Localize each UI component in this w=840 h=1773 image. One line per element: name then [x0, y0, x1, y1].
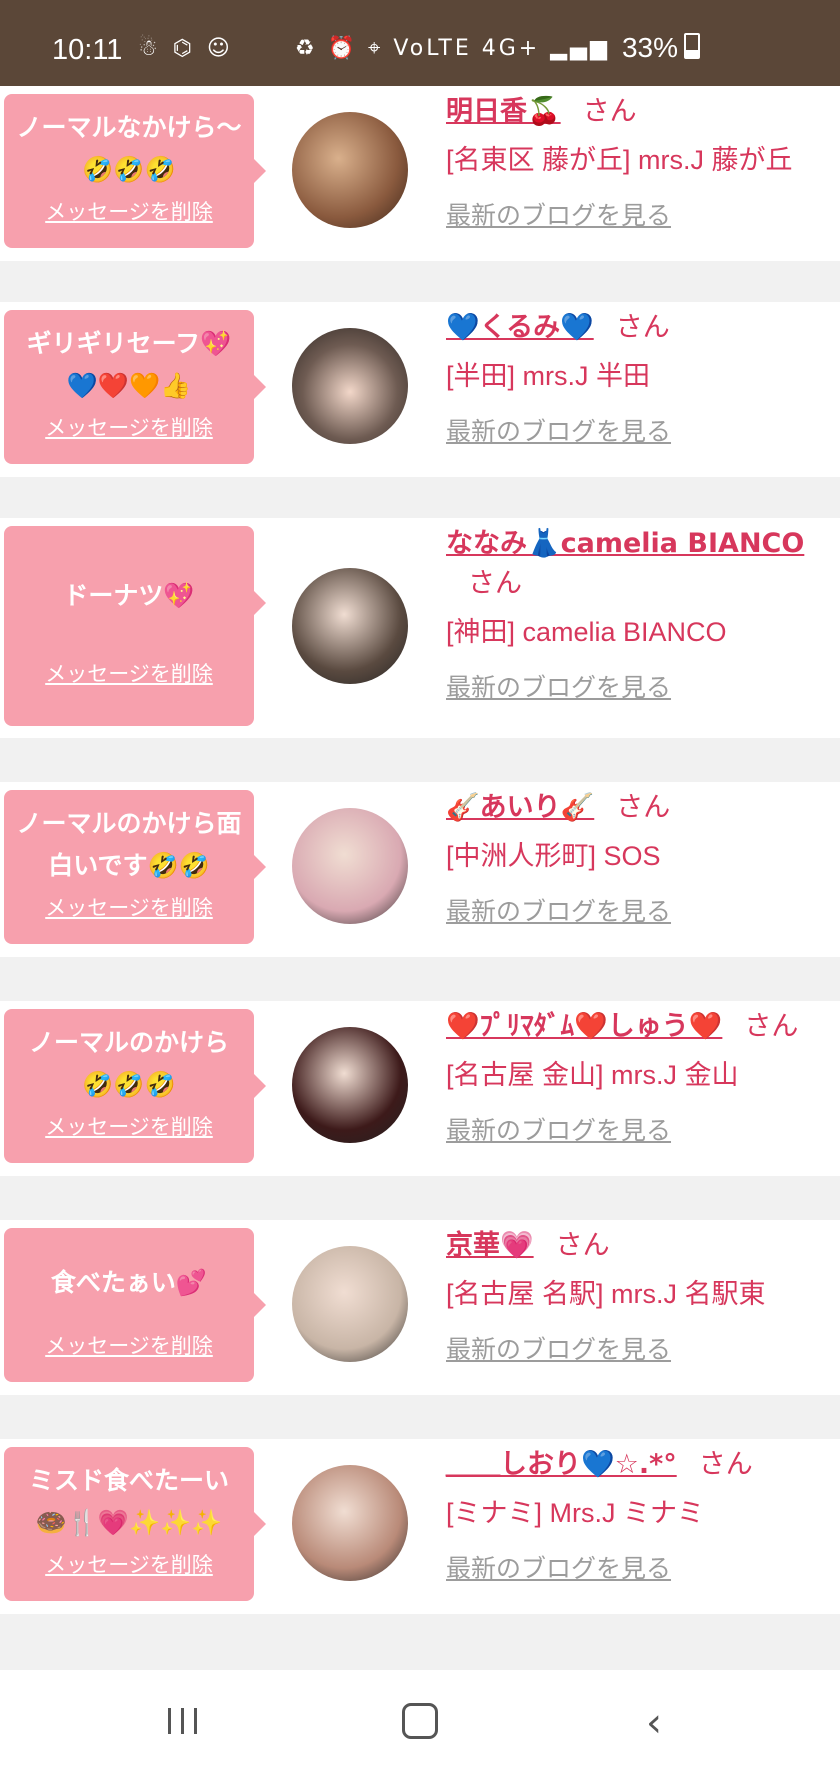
message-text: ノーマルのかけら🤣🤣🤣: [28, 1028, 229, 1099]
back-button[interactable]: ‹: [646, 1700, 662, 1746]
honorific: さん: [555, 1230, 610, 1261]
latest-blog-link[interactable]: 最新のブログを見る: [446, 196, 840, 232]
avatar[interactable]: [292, 1465, 408, 1581]
profile-info: 京華💗 さん [名古屋 名駅] mrs.J 名駅東 最新のブログを見る: [446, 1226, 840, 1366]
avatar[interactable]: [292, 808, 408, 924]
honorific: さん: [744, 1011, 799, 1042]
message-bubble: ミスド食べたーい🍩🍴💗✨✨✨ メッセージを削除: [4, 1447, 266, 1601]
latest-blog-link[interactable]: 最新のブログを見る: [446, 1111, 840, 1147]
battery-percent: 33%: [621, 32, 678, 63]
list-item: ノーマルのかけら面白いです🤣🤣 メッセージを削除 🎸あいり🎸 さん [中洲人形町]…: [0, 782, 840, 957]
profile-info: ❤️ﾌﾟﾘﾏﾀﾞﾑ❤️しゅう❤️ さん [名古屋 金山] mrs.J 金山 最新の…: [446, 1007, 840, 1147]
honorific: さん: [616, 792, 671, 823]
girl-name-link[interactable]: 明日香🍒: [446, 96, 561, 127]
message-bubble: ノーマルのかけら🤣🤣🤣 メッセージを削除: [4, 1009, 266, 1163]
status-time: 10:11: [52, 34, 123, 66]
avatar[interactable]: [292, 1246, 408, 1362]
name-line: ななみ👗camelia BIANCO さん: [446, 524, 840, 604]
delete-message-link[interactable]: メッセージを削除: [14, 892, 244, 922]
shop-label: [名古屋 名駅] mrs.J 名駅東: [446, 1279, 766, 1309]
profile-info: 🎸あいり🎸 さん [中洲人形町] SOS 最新のブログを見る: [446, 788, 840, 928]
name-line: ＿＿しおり💙☆.*° さん: [446, 1445, 840, 1485]
status-bar: 10:11 ☃ ⌬ ☺ 33% ♻ ⏰ ⌖ VoLTE 4G+ ▂▄▆: [0, 0, 840, 86]
name-line: 京華💗 さん: [446, 1226, 840, 1266]
delete-message-link[interactable]: メッセージを削除: [14, 1549, 244, 1579]
delete-message-link[interactable]: メッセージを削除: [14, 412, 244, 442]
profile-info: 明日香🍒 さん [名東区 藤が丘] mrs.J 藤が丘 最新のブログを見る: [446, 92, 840, 232]
home-button[interactable]: [402, 1703, 438, 1739]
list-item: 食べたぁい💕 メッセージを削除 京華💗 さん [名古屋 名駅] mrs.J 名駅東…: [0, 1220, 840, 1395]
avatar[interactable]: [292, 568, 408, 684]
system-nav-bar: ‹: [0, 1670, 840, 1773]
notification-icons: ☃ ⌬ ☺: [138, 36, 234, 61]
list-item: ドーナツ💖 メッセージを削除 ななみ👗camelia BIANCO さん [神田]…: [0, 518, 840, 738]
battery-icon: [684, 33, 700, 59]
honorific: さん: [698, 1449, 753, 1480]
honorific: さん: [615, 312, 670, 343]
battery-indicator: 33%: [622, 32, 700, 64]
girl-name-link[interactable]: 💙くるみ💙: [446, 312, 594, 343]
honorific: さん: [468, 568, 522, 599]
recent-apps-button[interactable]: [168, 1708, 200, 1734]
list-item: ギリギリセーフ💖💙❤️🧡👍 メッセージを削除 💙くるみ💙 さん [半田] mrs.…: [0, 302, 840, 477]
message-bubble: ギリギリセーフ💖💙❤️🧡👍 メッセージを削除: [4, 310, 266, 464]
shop-label: [名古屋 金山] mrs.J 金山: [446, 1060, 739, 1090]
profile-info: ななみ👗camelia BIANCO さん [神田] camelia BIANCO…: [446, 524, 840, 704]
message-text: ギリギリセーフ💖💙❤️🧡👍: [26, 329, 232, 400]
shop-label: [半田] mrs.J 半田: [446, 361, 650, 391]
delete-message-link[interactable]: メッセージを削除: [14, 658, 244, 688]
avatar[interactable]: [292, 328, 408, 444]
latest-blog-link[interactable]: 最新のブログを見る: [446, 412, 840, 448]
shop-label: [ミナミ] Mrs.J ミナミ: [446, 1498, 704, 1528]
profile-info: 💙くるみ💙 さん [半田] mrs.J 半田 最新のブログを見る: [446, 308, 840, 448]
message-text: ノーマルなかけら〜🤣🤣🤣: [16, 113, 242, 184]
shop-label: [神田] camelia BIANCO: [446, 617, 727, 647]
shop-label: [中洲人形町] SOS: [446, 841, 661, 871]
girl-name-link[interactable]: ななみ👗camelia BIANCO: [446, 528, 804, 559]
latest-blog-link[interactable]: 最新のブログを見る: [446, 892, 840, 928]
girl-name-link[interactable]: ＿＿しおり💙☆.*°: [446, 1449, 677, 1480]
message-bubble: ノーマルのかけら面白いです🤣🤣 メッセージを削除: [4, 790, 266, 944]
list-item: ノーマルのかけら🤣🤣🤣 メッセージを削除 ❤️ﾌﾟﾘﾏﾀﾞﾑ❤️しゅう❤️ さん …: [0, 1001, 840, 1176]
system-status-icons: ♻ ⏰ ⌖ VoLTE 4G+ ▂▄▆: [295, 36, 610, 61]
status-icons: ♻ ⏰ ⌖ VoLTE 4G+ ▂▄▆: [294, 36, 610, 61]
message-text: 食べたぁい💕: [50, 1268, 208, 1297]
list-item: ノーマルなかけら〜🤣🤣🤣 メッセージを削除 明日香🍒 さん [名東区 藤が丘] m…: [0, 86, 840, 261]
avatar[interactable]: [292, 112, 408, 228]
message-bubble: ノーマルなかけら〜🤣🤣🤣 メッセージを削除: [4, 94, 266, 248]
message-text: ノーマルのかけら面白いです🤣🤣: [16, 809, 242, 880]
shop-label: [名東区 藤が丘] mrs.J 藤が丘: [446, 145, 793, 175]
message-bubble: 食べたぁい💕 メッセージを削除: [4, 1228, 266, 1382]
name-line: 明日香🍒 さん: [446, 92, 840, 132]
delete-message-link[interactable]: メッセージを削除: [14, 196, 244, 226]
message-text: ミスド食べたーい🍩🍴💗✨✨✨: [28, 1466, 229, 1537]
latest-blog-link[interactable]: 最新のブログを見る: [446, 1330, 840, 1366]
girl-name-link[interactable]: 京華💗: [446, 1230, 534, 1261]
girl-name-link[interactable]: 🎸あいり🎸: [446, 792, 594, 823]
delete-message-link[interactable]: メッセージを削除: [14, 1111, 244, 1141]
girl-name-link[interactable]: ❤️ﾌﾟﾘﾏﾀﾞﾑ❤️しゅう❤️: [446, 1011, 722, 1042]
list-item: ミスド食べたーい🍩🍴💗✨✨✨ メッセージを削除 ＿＿しおり💙☆.*° さん [ミナ…: [0, 1439, 840, 1614]
latest-blog-link[interactable]: 最新のブログを見る: [446, 1549, 840, 1585]
name-line: 💙くるみ💙 さん: [446, 308, 840, 348]
profile-info: ＿＿しおり💙☆.*° さん [ミナミ] Mrs.J ミナミ 最新のブログを見る: [446, 1445, 840, 1585]
delete-message-link[interactable]: メッセージを削除: [14, 1330, 244, 1360]
name-line: 🎸あいり🎸 さん: [446, 788, 840, 828]
message-text: ドーナツ💖: [63, 581, 195, 610]
name-line: ❤️ﾌﾟﾘﾏﾀﾞﾑ❤️しゅう❤️ さん: [446, 1007, 840, 1047]
latest-blog-link[interactable]: 最新のブログを見る: [446, 668, 840, 704]
honorific: さん: [582, 96, 637, 127]
avatar[interactable]: [292, 1027, 408, 1143]
message-bubble: ドーナツ💖 メッセージを削除: [4, 526, 266, 726]
